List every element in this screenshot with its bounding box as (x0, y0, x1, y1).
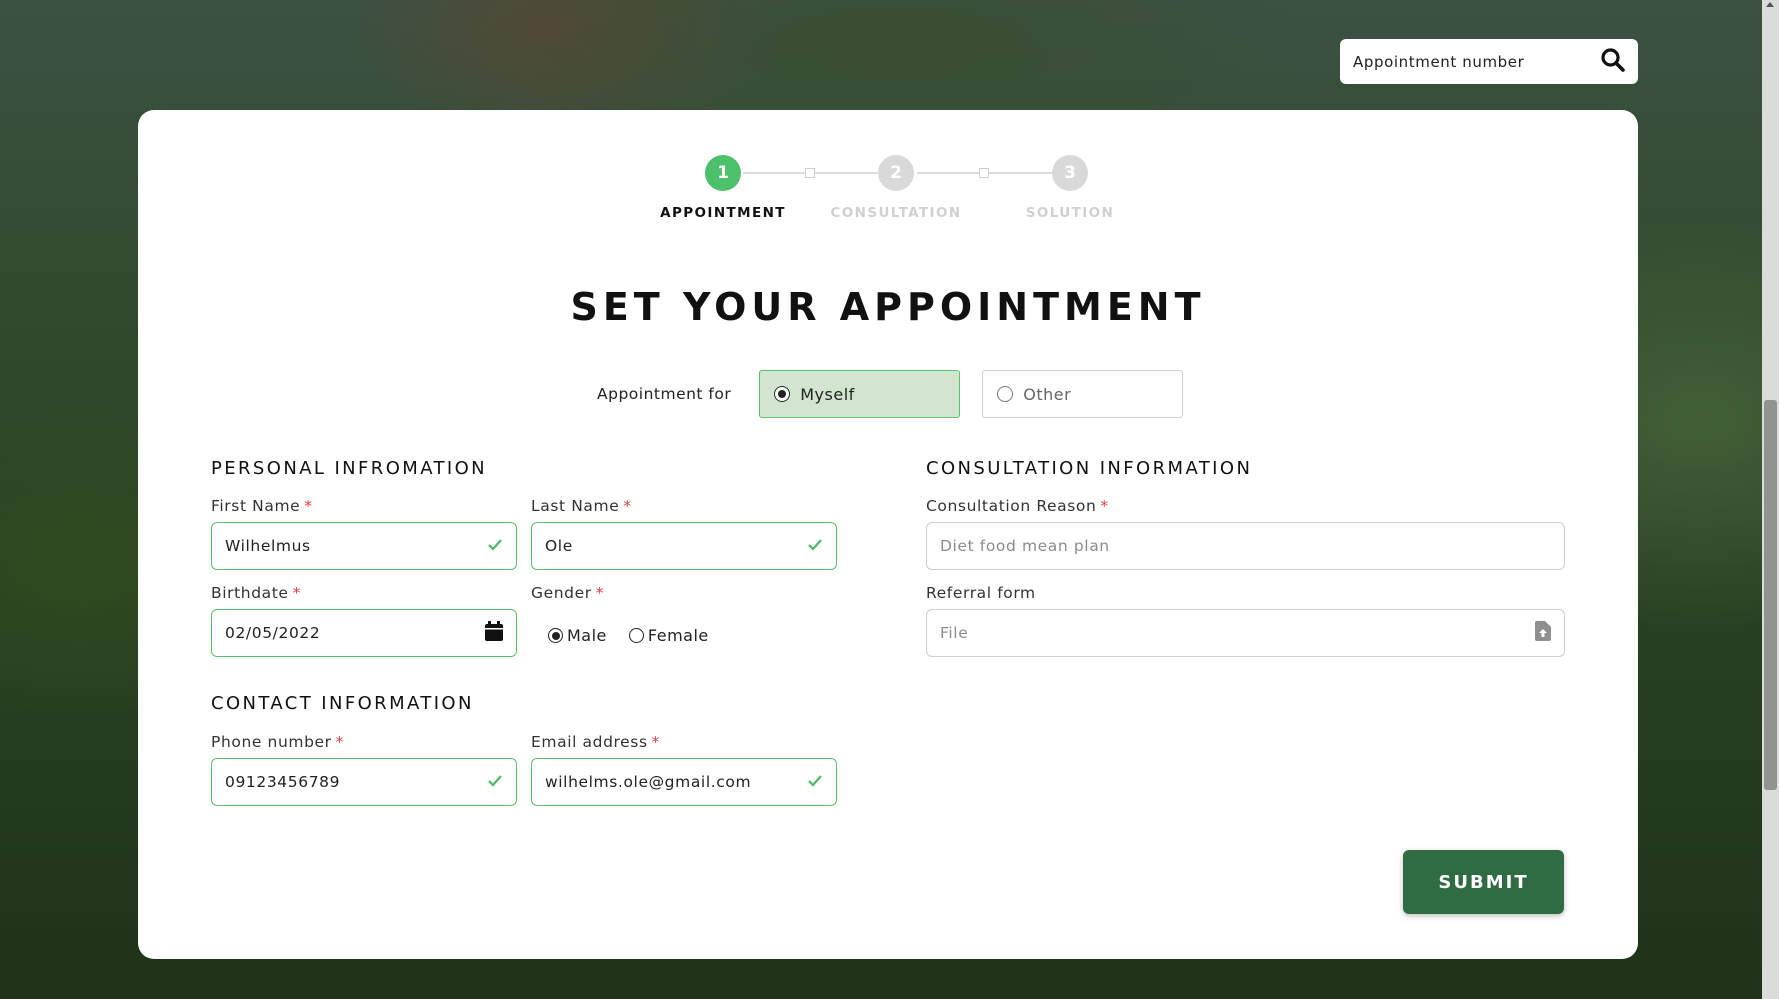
first-name-label: First Name * (211, 497, 313, 515)
phone-value: 09123456789 (225, 773, 341, 791)
step-label: CONSULTATION (830, 205, 962, 221)
referral-form-label: Referral form (926, 584, 1036, 602)
last-name-field[interactable]: Ole (531, 522, 837, 570)
gender-female-option[interactable]: Female (628, 626, 709, 645)
birthdate-value: 02/05/2022 (225, 624, 321, 642)
step-number: 2 (878, 155, 914, 191)
phone-label: Phone number * (211, 733, 344, 751)
first-name-field[interactable]: Wilhelmus (211, 522, 517, 570)
email-value: wilhelms.ole@gmail.com (545, 773, 752, 791)
label-text: Consultation Reason (926, 497, 1097, 515)
appointment-for-group: Appointment for Myself Other (597, 370, 1205, 418)
appointment-card: 1 APPOINTMENT 2 CONSULTATION 3 SOLUTION … (138, 110, 1638, 959)
required-mark: * (304, 497, 313, 515)
required-mark: * (623, 497, 632, 515)
consultation-info-heading: CONSULTATION INFORMATION (926, 458, 1253, 479)
required-mark: * (1100, 497, 1109, 515)
step-number: 1 (705, 155, 741, 191)
contact-info-heading: CONTACT INFORMATION (211, 693, 474, 714)
label-text: First Name (211, 497, 301, 515)
consultation-reason-placeholder: Diet food mean plan (940, 537, 1110, 555)
appointment-search (1340, 39, 1638, 84)
page-scrollbar[interactable] (1762, 0, 1779, 999)
label-text: Last Name (531, 497, 620, 515)
last-name-label: Last Name * (531, 497, 632, 515)
radio-selected-icon (774, 386, 791, 402)
page-title: SET YOUR APPOINTMENT (570, 285, 1206, 329)
step-solution[interactable]: 3 SOLUTION (985, 155, 1155, 221)
email-field[interactable]: wilhelms.ole@gmail.com (531, 758, 837, 806)
scroll-up-icon[interactable] (1766, 2, 1774, 7)
option-label: Myself (800, 384, 855, 404)
label-text: Gender (531, 584, 592, 602)
gender-label: Gender * (531, 584, 604, 602)
gender-male-option[interactable]: Male (548, 626, 607, 645)
appointment-for-label: Appointment for (597, 385, 732, 403)
consultation-reason-label: Consultation Reason * (926, 497, 1109, 515)
check-icon (807, 773, 823, 792)
first-name-value: Wilhelmus (225, 537, 311, 555)
gender-radio-group: Male Female (548, 626, 731, 645)
email-label: Email address * (531, 733, 660, 751)
check-icon (487, 773, 503, 792)
phone-field[interactable]: 09123456789 (211, 758, 517, 806)
step-label: APPOINTMENT (660, 205, 786, 221)
last-name-value: Ole (545, 537, 573, 555)
personal-info-heading: PERSONAL INFROMATION (211, 458, 488, 479)
radio-selected-icon (548, 628, 563, 643)
option-label: Other (1023, 384, 1072, 404)
step-appointment[interactable]: 1 APPOINTMENT (638, 155, 808, 221)
label-text: Email address (531, 733, 648, 751)
label-text: Birthdate (211, 584, 289, 602)
consultation-reason-field[interactable]: Diet food mean plan (926, 522, 1565, 570)
step-number: 3 (1052, 155, 1088, 191)
appointment-for-myself-option[interactable]: Myself (759, 370, 961, 418)
submit-button[interactable]: SUBMIT (1403, 850, 1564, 914)
file-upload-icon[interactable] (1535, 621, 1551, 645)
referral-file-field[interactable]: File (926, 609, 1565, 657)
option-label: Male (567, 626, 607, 645)
birthdate-field[interactable]: 02/05/2022 (211, 609, 517, 657)
progress-stepper: 1 APPOINTMENT 2 CONSULTATION 3 SOLUTION (138, 155, 1638, 235)
referral-file-placeholder: File (940, 624, 969, 642)
search-icon[interactable] (1600, 47, 1626, 77)
required-mark: * (292, 584, 301, 602)
required-mark: * (595, 584, 605, 602)
option-label: Female (647, 626, 709, 645)
radio-empty-icon (628, 628, 644, 643)
check-icon (487, 537, 503, 556)
check-icon (807, 537, 823, 556)
calendar-icon[interactable] (485, 621, 503, 645)
step-label: SOLUTION (1025, 205, 1115, 221)
step-consultation[interactable]: 2 CONSULTATION (811, 155, 981, 221)
scrollbar-thumb[interactable] (1764, 400, 1777, 790)
required-mark: * (651, 733, 660, 751)
required-mark: * (335, 733, 344, 751)
appointment-number-input[interactable] (1353, 52, 1583, 71)
label-text: Phone number (211, 733, 332, 751)
birthdate-label: Birthdate * (211, 584, 301, 602)
appointment-for-other-option[interactable]: Other (982, 370, 1184, 418)
radio-empty-icon (997, 386, 1014, 402)
